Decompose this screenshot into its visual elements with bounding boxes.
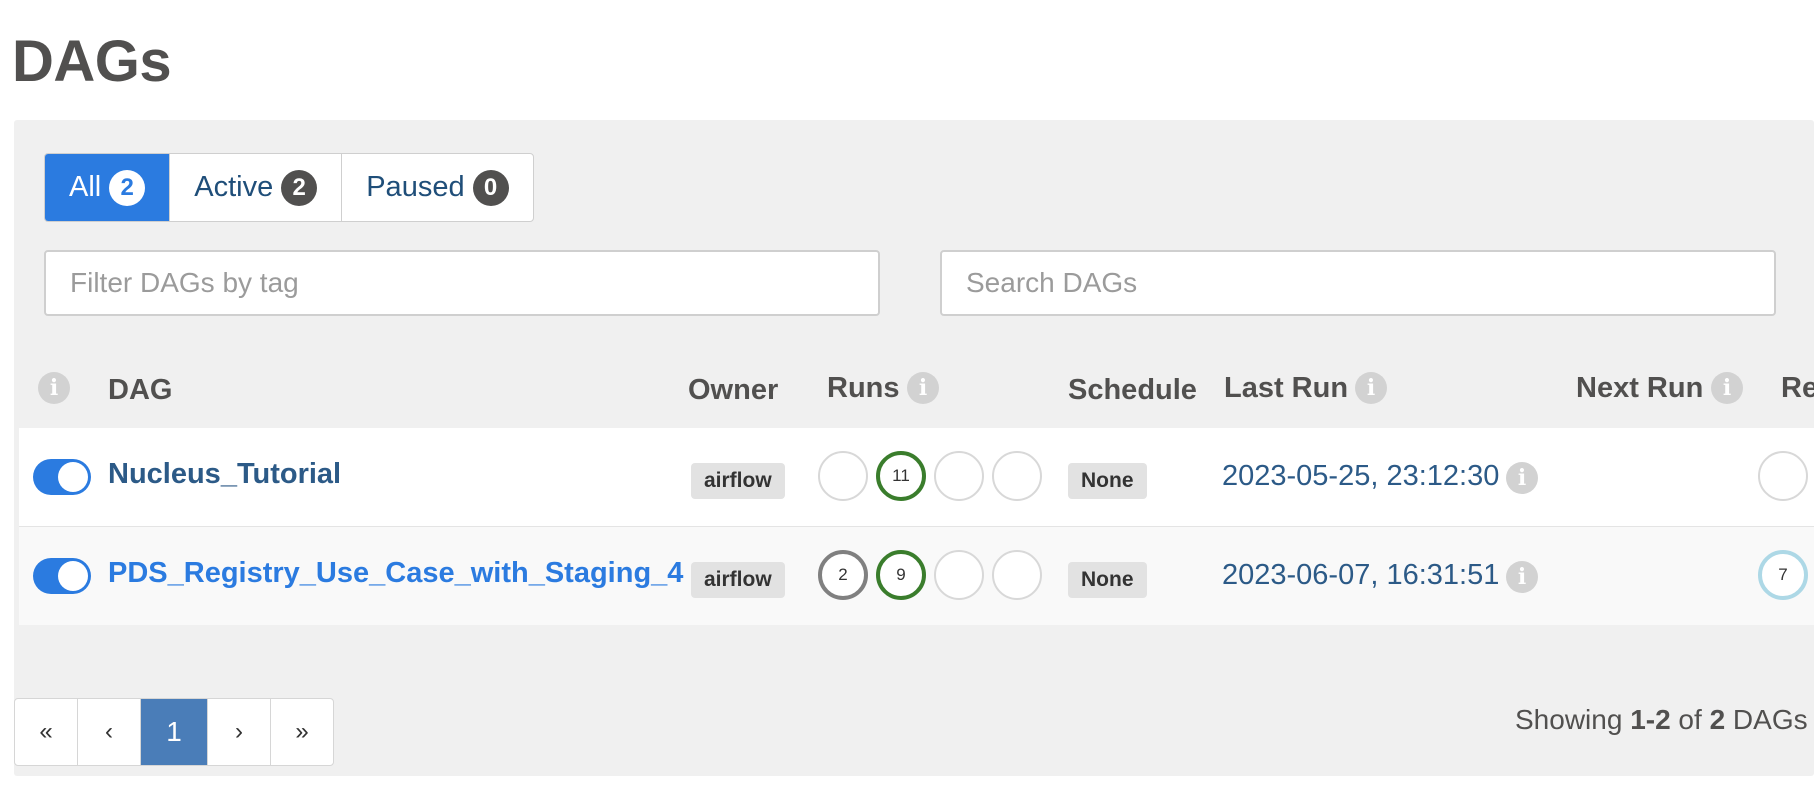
showing-of: of bbox=[1670, 704, 1710, 735]
prev-page-button[interactable]: ‹ bbox=[78, 699, 141, 765]
schedule-tag: None bbox=[1068, 562, 1147, 598]
filter-paused-button[interactable]: Paused 0 bbox=[342, 154, 532, 221]
showing-count-text: Showing 1-2 of 2 DAGs bbox=[1515, 704, 1808, 736]
table-row: PDS_Registry_Use_Case_with_Staging_4 air… bbox=[19, 527, 1814, 625]
filter-paused-count-badge: 0 bbox=[472, 169, 509, 206]
last-run-column-header[interactable]: Last Run bbox=[1224, 372, 1348, 405]
last-run-link[interactable]: 2023-05-25, 23:12:30 bbox=[1222, 460, 1499, 493]
dag-column-header[interactable]: DAG bbox=[108, 374, 172, 407]
next-run-column-header[interactable]: Next Run bbox=[1576, 372, 1703, 405]
runs-queued-circle[interactable]: 2 bbox=[818, 550, 868, 600]
filter-active-label: Active bbox=[194, 171, 274, 203]
last-run-row-info-icon[interactable]: i bbox=[1506, 561, 1538, 593]
filter-paused-label: Paused bbox=[366, 171, 465, 203]
runs-success-circle[interactable]: 9 bbox=[876, 550, 926, 600]
dag-pause-toggle[interactable] bbox=[33, 558, 91, 594]
showing-total: 2 bbox=[1709, 704, 1726, 735]
table-row: Nucleus_Tutorial airflow 11 None 2023-05… bbox=[19, 428, 1814, 527]
runs-failed-circle[interactable] bbox=[992, 451, 1042, 501]
filter-all-label: All bbox=[69, 171, 102, 203]
recent-task-circle[interactable] bbox=[1758, 451, 1808, 501]
recent-tasks-column-header: Re bbox=[1781, 372, 1814, 404]
showing-prefix: Showing bbox=[1515, 704, 1631, 735]
showing-suffix: DAGs bbox=[1725, 704, 1808, 735]
paused-toggle-info-icon[interactable]: i bbox=[38, 372, 70, 404]
next-page-button[interactable]: › bbox=[208, 699, 271, 765]
runs-success-circle[interactable]: 11 bbox=[876, 451, 926, 501]
page-title: DAGs bbox=[12, 29, 172, 94]
schedule-column-header: Schedule bbox=[1068, 374, 1197, 406]
dag-id-link[interactable]: PDS_Registry_Use_Case_with_Staging_4 bbox=[108, 557, 683, 590]
runs-running-circle[interactable] bbox=[934, 451, 984, 501]
last-page-button[interactable]: » bbox=[271, 699, 333, 765]
last-run-link[interactable]: 2023-06-07, 16:31:51 bbox=[1222, 559, 1499, 592]
recent-task-circle[interactable]: 7 bbox=[1758, 550, 1808, 600]
runs-failed-circle[interactable] bbox=[992, 550, 1042, 600]
toggle-knob bbox=[58, 561, 88, 591]
showing-range: 1-2 bbox=[1630, 704, 1671, 735]
owner-column-header: Owner bbox=[688, 374, 779, 406]
runs-queued-circle[interactable] bbox=[818, 451, 868, 501]
filter-all-count-badge: 2 bbox=[109, 169, 146, 206]
runs-column-header: Runs bbox=[827, 372, 900, 404]
dag-id-link[interactable]: Nucleus_Tutorial bbox=[108, 458, 341, 491]
dag-pause-toggle[interactable] bbox=[33, 459, 91, 495]
owner-tag[interactable]: airflow bbox=[691, 463, 785, 499]
runs-info-icon[interactable]: i bbox=[907, 372, 939, 404]
runs-running-circle[interactable] bbox=[934, 550, 984, 600]
toggle-knob bbox=[58, 462, 88, 492]
first-page-button[interactable]: « bbox=[15, 699, 78, 765]
owner-tag[interactable]: airflow bbox=[691, 562, 785, 598]
status-filter-group: All 2 Active 2 Paused 0 bbox=[44, 153, 534, 222]
last-run-row-info-icon[interactable]: i bbox=[1506, 462, 1538, 494]
next-run-info-icon[interactable]: i bbox=[1711, 372, 1743, 404]
filter-all-button[interactable]: All 2 bbox=[45, 154, 171, 221]
tag-filter-input[interactable] bbox=[44, 250, 880, 316]
last-run-info-icon[interactable]: i bbox=[1355, 372, 1387, 404]
schedule-tag: None bbox=[1068, 463, 1147, 499]
current-page-button[interactable]: 1 bbox=[141, 699, 208, 765]
dag-search-input[interactable] bbox=[940, 250, 1776, 316]
pagination: « ‹ 1 › » bbox=[14, 698, 334, 766]
filter-active-button[interactable]: Active 2 bbox=[170, 154, 343, 221]
filter-active-count-badge: 2 bbox=[281, 169, 318, 206]
